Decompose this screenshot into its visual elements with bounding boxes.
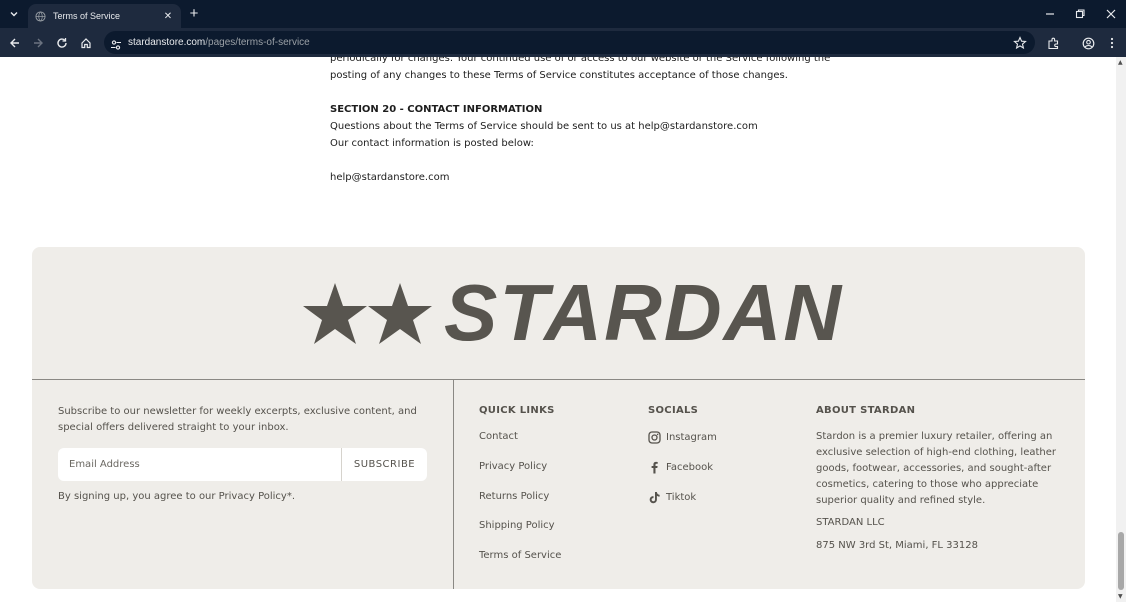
quick-link-terms-of-service[interactable]: Terms of Service [479, 550, 561, 561]
address-bar[interactable]: stardanstore.com/pages/terms-of-service [104, 31, 1035, 54]
company-name: STARDAN LLC [816, 517, 885, 528]
bookmark-star-icon[interactable] [1013, 35, 1027, 50]
quick-link-privacy-policy[interactable]: Privacy Policy [479, 461, 547, 472]
contact-line: Questions about the Terms of Service sho… [330, 121, 758, 132]
section-heading: SECTION 20 - CONTACT INFORMATION [330, 104, 543, 115]
social-label: Instagram [666, 431, 717, 443]
url-path: /pages/terms-of-service [205, 37, 310, 48]
terms-paragraph-line: posting of any changes to these Terms of… [330, 70, 788, 81]
instagram-icon [647, 430, 661, 444]
scrollbar-thumb[interactable] [1118, 532, 1124, 590]
scroll-down-icon[interactable]: ▼ [1118, 593, 1123, 600]
contact-email: help@stardanstore.com [330, 172, 450, 183]
close-tab-icon[interactable]: ✕ [161, 9, 175, 23]
subscribe-button[interactable]: SUBSCRIBE [342, 448, 427, 481]
newsletter-form: SUBSCRIBE [58, 448, 427, 481]
social-label: Facebook [666, 461, 713, 473]
about-text: Stardon is a premier luxury retailer, of… [816, 431, 1056, 506]
profile-icon[interactable] [1077, 32, 1099, 54]
back-icon[interactable] [4, 32, 26, 54]
tab-strip: Terms of Service ✕ + [0, 0, 1126, 28]
tiktok-icon [647, 490, 661, 504]
stars-logo-icon [303, 283, 432, 344]
scroll-up-icon[interactable]: ▲ [1118, 59, 1123, 66]
new-tab-icon[interactable]: + [185, 5, 203, 23]
vertical-scrollbar[interactable]: ▲ ▼ [1116, 57, 1126, 602]
social-link-instagram[interactable]: Instagram [647, 429, 717, 445]
newsletter-description: Subscribe to our newsletter for weekly e… [58, 406, 417, 433]
extensions-icon[interactable] [1042, 32, 1064, 54]
menu-kebab-icon[interactable] [1101, 32, 1123, 54]
brand-wordmark[interactable]: STARDAN [444, 271, 843, 355]
terms-paragraph-line: periodically for changes. Your continued… [330, 57, 831, 64]
home-icon[interactable] [75, 32, 97, 54]
quick-link-shipping-policy[interactable]: Shipping Policy [479, 520, 555, 531]
social-label: Tiktok [666, 491, 697, 503]
forward-icon[interactable] [27, 32, 49, 54]
url-text: stardanstore.com/pages/terms-of-service [128, 31, 310, 54]
social-link-tiktok[interactable]: Tiktok [647, 489, 696, 505]
minimize-icon[interactable] [1035, 0, 1065, 28]
terms-text: periodically for changes. Your continued… [330, 57, 831, 186]
reload-icon[interactable] [51, 32, 73, 54]
quick-links-heading: QUICK LINKS [479, 405, 555, 416]
email-field[interactable] [58, 448, 341, 481]
browser-tab[interactable]: Terms of Service ✕ [28, 4, 181, 28]
consent-text: By signing up, you agree to our Privacy … [58, 491, 296, 502]
close-window-icon[interactable] [1096, 0, 1126, 28]
contact-line: Our contact information is posted below: [330, 138, 534, 149]
globe-icon [34, 10, 46, 22]
about-heading: ABOUT STARDAN [816, 405, 916, 416]
restore-icon[interactable] [1065, 0, 1095, 28]
browser-toolbar: stardanstore.com/pages/terms-of-service [0, 28, 1126, 57]
socials-heading: SOCIALS [648, 405, 699, 416]
tab-search-icon[interactable] [4, 4, 24, 24]
site-footer: STARDAN Subscribe to our newsletter for … [32, 247, 1085, 589]
quick-link-contact[interactable]: Contact [479, 431, 518, 442]
company-address: 875 NW 3rd St, Miami, FL 33128 [816, 540, 978, 551]
facebook-icon [647, 460, 661, 474]
column-divider [453, 380, 454, 589]
page-viewport: periodically for changes. Your continued… [0, 57, 1116, 602]
tab-title: Terms of Service [53, 11, 121, 21]
social-link-facebook[interactable]: Facebook [647, 459, 713, 475]
quick-link-returns-policy[interactable]: Returns Policy [479, 491, 549, 502]
footer-brand: STARDAN [32, 247, 1085, 380]
url-domain: stardanstore.com [128, 37, 206, 48]
site-info-icon[interactable] [110, 36, 122, 50]
